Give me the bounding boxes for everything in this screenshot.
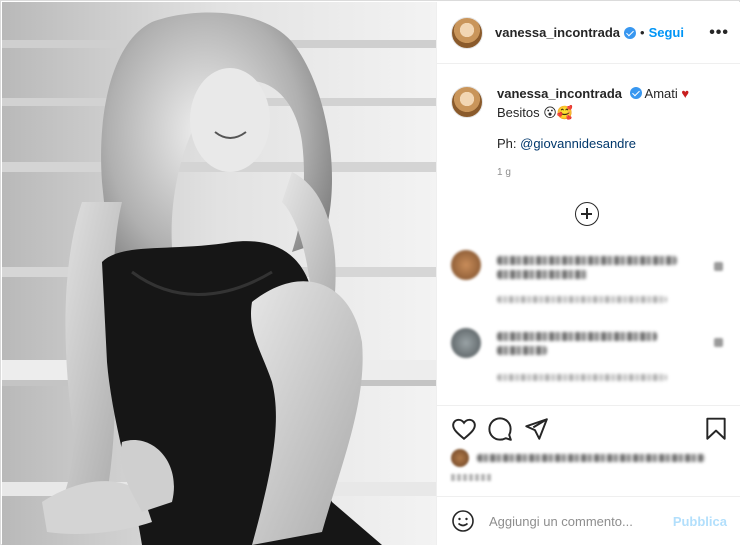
caption-ph-prefix: Ph: bbox=[497, 136, 521, 151]
header-username[interactable]: vanessa_incontrada bbox=[495, 25, 620, 40]
load-more-comments-icon[interactable] bbox=[575, 202, 599, 226]
comment-input[interactable] bbox=[489, 513, 679, 529]
comment-like-icon[interactable] bbox=[714, 338, 723, 347]
post-header: vanessa_incontrada • Segui ••• bbox=[437, 2, 740, 64]
avatar[interactable] bbox=[451, 16, 483, 49]
comment-like-icon[interactable] bbox=[714, 262, 723, 271]
separator-dot: • bbox=[640, 25, 645, 40]
avatar[interactable] bbox=[451, 449, 469, 467]
comment-meta bbox=[497, 296, 667, 303]
post-date bbox=[451, 474, 491, 481]
post-sidebar: vanessa_incontrada • Segui ••• vanessa_i… bbox=[436, 2, 740, 545]
avatar[interactable] bbox=[451, 328, 481, 358]
comment-text bbox=[497, 332, 657, 341]
more-options-icon[interactable]: ••• bbox=[709, 24, 729, 42]
caption-text-amati: Amati bbox=[644, 86, 678, 101]
caption-username[interactable]: vanessa_incontrada bbox=[497, 86, 622, 101]
add-comment-bar: Pubblica bbox=[437, 496, 740, 545]
photo-woman-on-stairs bbox=[2, 2, 436, 545]
likes-summary bbox=[451, 448, 731, 468]
post-photo[interactable] bbox=[2, 2, 436, 545]
photographer-mention-link[interactable]: @giovannidesandre bbox=[520, 136, 636, 151]
comment-meta bbox=[497, 374, 667, 381]
caption-text-besitos: Besitos 😮🥰 bbox=[497, 105, 573, 120]
caption-body: vanessa_incontrada Amati ♥ Besitos 😮🥰 Ph… bbox=[497, 84, 689, 182]
verified-badge-icon bbox=[629, 87, 642, 99]
caption-timestamp[interactable]: 1 g bbox=[497, 163, 689, 182]
follow-button[interactable]: Segui bbox=[649, 25, 684, 40]
caption-avatar[interactable] bbox=[451, 86, 483, 118]
avatar[interactable] bbox=[451, 250, 481, 280]
comment-text bbox=[497, 346, 547, 355]
post-window: vanessa_incontrada • Segui ••• vanessa_i… bbox=[0, 0, 740, 545]
verified-badge-icon bbox=[624, 26, 637, 39]
publish-button[interactable]: Pubblica bbox=[673, 514, 727, 529]
heart-outline-icon[interactable] bbox=[451, 416, 477, 442]
paper-plane-icon[interactable] bbox=[523, 416, 549, 442]
heart-emoji: ♥ bbox=[681, 86, 690, 101]
comment-text bbox=[497, 270, 587, 279]
caption: vanessa_incontrada Amati ♥ Besitos 😮🥰 Ph… bbox=[451, 84, 731, 182]
likes-text[interactable] bbox=[477, 454, 705, 462]
post-actions bbox=[437, 405, 740, 451]
comment-text bbox=[497, 256, 677, 265]
emoji-icon[interactable] bbox=[451, 509, 475, 533]
bookmark-icon[interactable] bbox=[703, 416, 729, 442]
comment-bubble-icon[interactable] bbox=[487, 416, 513, 442]
